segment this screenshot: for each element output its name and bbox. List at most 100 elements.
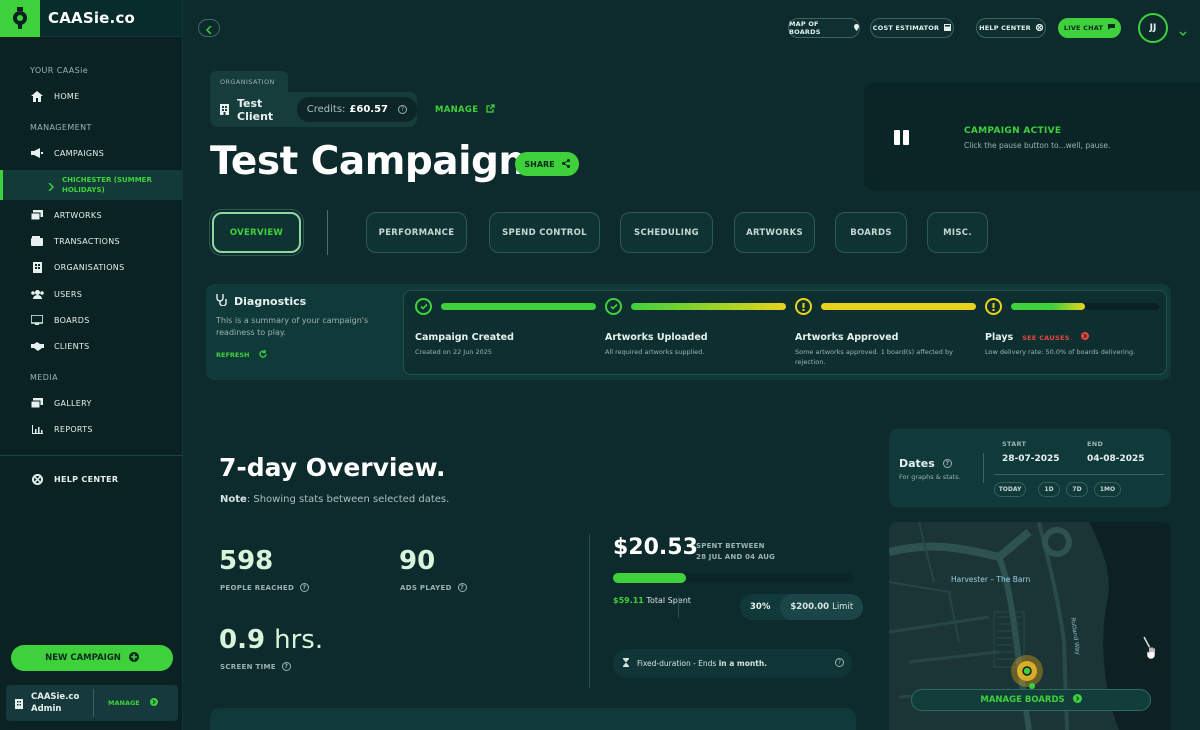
sidebar-item-clients[interactable]: CLIENTS [0, 335, 183, 357]
spend-between-line2: 28 JUL AND 04 AUG [696, 553, 776, 561]
sidebar-item-label: ORGANISATIONS [54, 262, 125, 272]
start-date-label: START [1002, 440, 1027, 448]
wallet-icon [30, 235, 44, 247]
sidebar-item-gallery[interactable]: GALLERY [0, 392, 183, 414]
sidebar-item-label: USERS [54, 289, 83, 299]
tab-performance[interactable]: PERFORMANCE [366, 212, 467, 253]
refresh-button[interactable]: REFRESH [216, 350, 268, 360]
step-name-plays: Plays SEE CAUSES [985, 332, 1090, 343]
admin-manage-link[interactable]: MANAGE [108, 698, 158, 708]
credits-value: £60.57 [349, 104, 388, 115]
help-icon[interactable]: ? [457, 583, 467, 592]
spend-between-line1: SPENT BETWEEN [696, 542, 765, 550]
sidebar-item-help-center[interactable]: HELP CENTER [0, 468, 183, 490]
map-place-label: Harvester – The Barn [951, 575, 1031, 584]
arrow-circle-right-icon [1072, 694, 1082, 706]
building-icon [30, 261, 44, 273]
spend-percent: 30% [750, 602, 771, 612]
end-date-value[interactable]: 04-08-2025 [1087, 454, 1145, 464]
help-icon[interactable]: ? [835, 658, 844, 667]
see-causes-link[interactable]: SEE CAUSES [1022, 334, 1070, 342]
tab-misc[interactable]: MISC. [927, 212, 988, 253]
chevron-left-icon [205, 19, 212, 38]
map-of-boards-button[interactable]: MAP OF BOARDS [788, 18, 860, 38]
diagnostics-panel: Diagnostics This is a summary of your ca… [206, 284, 1171, 380]
overview-note: Note: Showing stats between selected dat… [220, 494, 449, 505]
help-icon[interactable]: ? [300, 583, 310, 592]
help-icon[interactable]: ? [281, 662, 291, 671]
share-label: SHARE [524, 159, 555, 169]
pause-icon[interactable] [894, 130, 909, 145]
sidebar-item-home[interactable]: HOME [0, 85, 183, 107]
chevron-down-icon[interactable] [1179, 22, 1187, 41]
campaign-status-desc: Click the pause button to...well, pause. [964, 141, 1111, 150]
spend-limit-group[interactable]: 30% $200.00 Limit [740, 594, 864, 620]
arrow-circle-right-icon[interactable] [1081, 332, 1090, 343]
handshake-icon [30, 340, 44, 352]
total-spent-label: Total Spent [646, 596, 691, 605]
date-chip-1d[interactable]: 1D [1038, 482, 1060, 497]
help-icon[interactable]: ? [398, 105, 407, 114]
stats-divider [589, 534, 590, 688]
manage-organisation-link[interactable]: MANAGE [435, 104, 495, 116]
tab-separator [327, 210, 328, 255]
tab-boards[interactable]: BOARDS [835, 212, 907, 253]
collapse-sidebar-button[interactable] [198, 19, 220, 37]
help-icon[interactable]: ? [942, 459, 952, 468]
sidebar-item-label: ARTWORKS [54, 210, 102, 220]
step-sub: Low delivery rate: 50.0% of boards deliv… [985, 348, 1136, 356]
help-center-button[interactable]: HELP CENTER [976, 18, 1046, 38]
lifebuoy-icon [30, 473, 44, 485]
date-chip-1mo[interactable]: 1MO [1094, 482, 1121, 497]
screen-time-unit: hrs. [274, 625, 324, 655]
sidebar-subitem-campaign[interactable]: CHICHESTER (SUMMER HOLIDAYS) [0, 170, 183, 200]
fixed-duration-info: Fixed-duration - Ends in a month. ? [613, 649, 852, 678]
organisation-box: Test Client Credits: £60.57 ? [210, 92, 417, 127]
step-sub: Some artworks approved. 1 board(s) affec… [795, 348, 953, 366]
sidebar-section-your: YOUR CAASie [30, 66, 89, 75]
manage-boards-button[interactable]: MANAGE BOARDS [911, 689, 1151, 711]
sidebar-item-label: HOME [54, 91, 80, 101]
spend-limit: $200.00 Limit [780, 594, 864, 620]
credits-label: Credits: [306, 104, 346, 115]
share-button[interactable]: SHARE [515, 152, 579, 176]
user-avatar[interactable]: JJ [1138, 13, 1168, 43]
date-chip-today[interactable]: TODAY [994, 482, 1026, 497]
tab-artworks[interactable]: ARTWORKS [734, 212, 815, 253]
tab-spend-control[interactable]: SPEND CONTROL [489, 212, 600, 253]
spend-divider [678, 596, 679, 618]
campaign-title: Test Campaign [210, 139, 526, 184]
fixed-duration-text: Fixed-duration - Ends in a month. [637, 659, 767, 668]
stat-label: PEOPLE REACHED [220, 583, 295, 592]
boards-map[interactable]: Harvester – The Barn Rutland Way MANAGE … [889, 522, 1171, 730]
spend-progress-track [613, 573, 855, 583]
sidebar-item-boards[interactable]: BOARDS [0, 309, 183, 331]
sidebar-item-transactions[interactable]: TRANSACTIONS [0, 230, 183, 252]
start-date-value[interactable]: 28-07-2025 [1002, 454, 1060, 464]
sidebar-item-users[interactable]: USERS [0, 283, 183, 305]
sidebar-item-organisations[interactable]: ORGANISATIONS [0, 256, 183, 278]
sidebar-section-management: MANAGEMENT [30, 123, 92, 132]
sidebar-item-artworks[interactable]: ARTWORKS [0, 204, 183, 226]
brand-header[interactable]: CAASie.co [0, 0, 182, 37]
tab-overview[interactable]: OVERVIEW [212, 212, 301, 253]
step-name: Campaign Created [415, 332, 514, 343]
live-chat-button[interactable]: LIVE CHAT [1058, 18, 1121, 38]
tab-scheduling[interactable]: SCHEDULING [620, 212, 713, 253]
sidebar-item-label: REPORTS [54, 424, 93, 434]
campaign-status-title: CAMPAIGN ACTIVE [964, 126, 1062, 136]
diagnostics-desc: This is a summary of your campaign's rea… [216, 316, 369, 337]
hand-cursor-icon [1146, 644, 1157, 663]
new-campaign-button[interactable]: NEW CAMPAIGN [11, 645, 173, 671]
bottom-card [210, 708, 856, 730]
sidebar-item-campaigns[interactable]: CAMPAIGNS [0, 142, 183, 164]
sidebar-subitem-label: CHICHESTER (SUMMER HOLIDAYS) [62, 176, 152, 194]
sidebar-item-reports[interactable]: REPORTS [0, 418, 183, 440]
sidebar-item-label: TRANSACTIONS [54, 236, 120, 246]
megaphone-icon [30, 147, 44, 159]
step-name: Artworks Approved [795, 332, 899, 343]
new-campaign-label: NEW CAMPAIGN [45, 653, 121, 663]
step-progress-bar [821, 303, 976, 310]
cost-estimator-button[interactable]: COST ESTIMATOR [870, 18, 954, 38]
date-chip-7d[interactable]: 7D [1066, 482, 1088, 497]
